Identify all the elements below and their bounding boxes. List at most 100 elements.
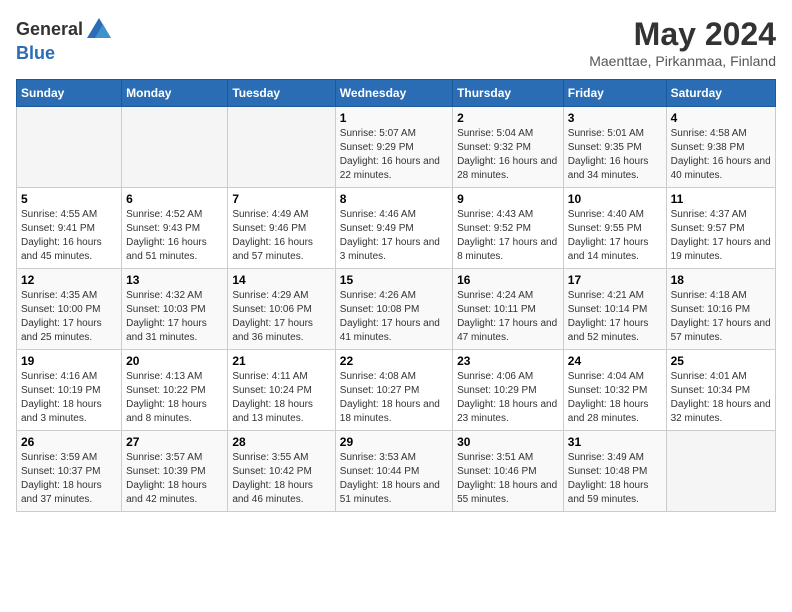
- day-number: 17: [568, 273, 662, 287]
- day-detail: Sunrise: 4:01 AMSunset: 10:34 PMDaylight…: [671, 371, 771, 424]
- day-number: 12: [21, 273, 117, 287]
- calendar-cell: 13 Sunrise: 4:32 AMSunset: 10:03 PMDayli…: [122, 269, 228, 350]
- calendar-cell: [666, 431, 775, 512]
- day-detail: Sunrise: 4:08 AMSunset: 10:27 PMDaylight…: [340, 371, 440, 424]
- day-number: 6: [126, 192, 223, 206]
- logo-icon: [85, 16, 113, 44]
- day-detail: Sunrise: 4:21 AMSunset: 10:14 PMDaylight…: [568, 290, 649, 343]
- title-block: May 2024 Maenttae, Pirkanmaa, Finland: [589, 16, 776, 69]
- day-detail: Sunrise: 5:07 AMSunset: 9:29 PMDaylight:…: [340, 128, 440, 181]
- logo: General Blue: [16, 16, 113, 64]
- calendar-cell: 6 Sunrise: 4:52 AMSunset: 9:43 PMDayligh…: [122, 188, 228, 269]
- day-detail: Sunrise: 4:24 AMSunset: 10:11 PMDaylight…: [457, 290, 557, 343]
- day-detail: Sunrise: 4:32 AMSunset: 10:03 PMDaylight…: [126, 290, 207, 343]
- day-number: 20: [126, 354, 223, 368]
- calendar-cell: 29 Sunrise: 3:53 AMSunset: 10:44 PMDayli…: [335, 431, 452, 512]
- day-detail: Sunrise: 3:55 AMSunset: 10:42 PMDaylight…: [232, 452, 313, 505]
- day-number: 13: [126, 273, 223, 287]
- calendar-cell: 12 Sunrise: 4:35 AMSunset: 10:00 PMDayli…: [17, 269, 122, 350]
- week-row-1: 1 Sunrise: 5:07 AMSunset: 9:29 PMDayligh…: [17, 107, 776, 188]
- header-friday: Friday: [563, 80, 666, 107]
- day-number: 3: [568, 111, 662, 125]
- day-number: 27: [126, 435, 223, 449]
- calendar-table: SundayMondayTuesdayWednesdayThursdayFrid…: [16, 79, 776, 512]
- calendar-cell: 22 Sunrise: 4:08 AMSunset: 10:27 PMDayli…: [335, 350, 452, 431]
- calendar-cell: 30 Sunrise: 3:51 AMSunset: 10:46 PMDayli…: [453, 431, 564, 512]
- main-title: May 2024: [589, 16, 776, 53]
- calendar-cell: 2 Sunrise: 5:04 AMSunset: 9:32 PMDayligh…: [453, 107, 564, 188]
- day-detail: Sunrise: 3:49 AMSunset: 10:48 PMDaylight…: [568, 452, 649, 505]
- day-number: 28: [232, 435, 330, 449]
- calendar-cell: 17 Sunrise: 4:21 AMSunset: 10:14 PMDayli…: [563, 269, 666, 350]
- day-detail: Sunrise: 4:55 AMSunset: 9:41 PMDaylight:…: [21, 209, 102, 262]
- day-detail: Sunrise: 4:18 AMSunset: 10:16 PMDaylight…: [671, 290, 771, 343]
- day-detail: Sunrise: 5:04 AMSunset: 9:32 PMDaylight:…: [457, 128, 557, 181]
- day-number: 4: [671, 111, 771, 125]
- header-wednesday: Wednesday: [335, 80, 452, 107]
- calendar-cell: 8 Sunrise: 4:46 AMSunset: 9:49 PMDayligh…: [335, 188, 452, 269]
- calendar-cell: [228, 107, 335, 188]
- calendar-cell: 31 Sunrise: 3:49 AMSunset: 10:48 PMDayli…: [563, 431, 666, 512]
- day-detail: Sunrise: 4:58 AMSunset: 9:38 PMDaylight:…: [671, 128, 771, 181]
- page-header: General Blue May 2024 Maenttae, Pirkanma…: [16, 16, 776, 69]
- day-detail: Sunrise: 4:43 AMSunset: 9:52 PMDaylight:…: [457, 209, 557, 262]
- day-number: 19: [21, 354, 117, 368]
- day-detail: Sunrise: 4:49 AMSunset: 9:46 PMDaylight:…: [232, 209, 313, 262]
- day-number: 29: [340, 435, 448, 449]
- calendar-cell: 24 Sunrise: 4:04 AMSunset: 10:32 PMDayli…: [563, 350, 666, 431]
- calendar-cell: 28 Sunrise: 3:55 AMSunset: 10:42 PMDayli…: [228, 431, 335, 512]
- day-number: 15: [340, 273, 448, 287]
- day-number: 24: [568, 354, 662, 368]
- day-number: 18: [671, 273, 771, 287]
- calendar-cell: 14 Sunrise: 4:29 AMSunset: 10:06 PMDayli…: [228, 269, 335, 350]
- week-row-3: 12 Sunrise: 4:35 AMSunset: 10:00 PMDayli…: [17, 269, 776, 350]
- calendar-cell: 7 Sunrise: 4:49 AMSunset: 9:46 PMDayligh…: [228, 188, 335, 269]
- calendar-header-row: SundayMondayTuesdayWednesdayThursdayFrid…: [17, 80, 776, 107]
- week-row-2: 5 Sunrise: 4:55 AMSunset: 9:41 PMDayligh…: [17, 188, 776, 269]
- header-saturday: Saturday: [666, 80, 775, 107]
- day-number: 26: [21, 435, 117, 449]
- day-number: 22: [340, 354, 448, 368]
- calendar-cell: [122, 107, 228, 188]
- day-detail: Sunrise: 4:52 AMSunset: 9:43 PMDaylight:…: [126, 209, 207, 262]
- header-tuesday: Tuesday: [228, 80, 335, 107]
- day-number: 16: [457, 273, 559, 287]
- day-number: 5: [21, 192, 117, 206]
- header-thursday: Thursday: [453, 80, 564, 107]
- day-number: 21: [232, 354, 330, 368]
- calendar-cell: 26 Sunrise: 3:59 AMSunset: 10:37 PMDayli…: [17, 431, 122, 512]
- day-number: 2: [457, 111, 559, 125]
- day-number: 14: [232, 273, 330, 287]
- logo-blue: Blue: [16, 43, 55, 63]
- subtitle: Maenttae, Pirkanmaa, Finland: [589, 53, 776, 69]
- calendar-cell: 19 Sunrise: 4:16 AMSunset: 10:19 PMDayli…: [17, 350, 122, 431]
- day-number: 25: [671, 354, 771, 368]
- calendar-cell: 5 Sunrise: 4:55 AMSunset: 9:41 PMDayligh…: [17, 188, 122, 269]
- calendar-cell: 23 Sunrise: 4:06 AMSunset: 10:29 PMDayli…: [453, 350, 564, 431]
- day-detail: Sunrise: 3:53 AMSunset: 10:44 PMDaylight…: [340, 452, 440, 505]
- calendar-cell: 21 Sunrise: 4:11 AMSunset: 10:24 PMDayli…: [228, 350, 335, 431]
- day-detail: Sunrise: 5:01 AMSunset: 9:35 PMDaylight:…: [568, 128, 649, 181]
- day-detail: Sunrise: 4:37 AMSunset: 9:57 PMDaylight:…: [671, 209, 771, 262]
- calendar-cell: 11 Sunrise: 4:37 AMSunset: 9:57 PMDaylig…: [666, 188, 775, 269]
- day-detail: Sunrise: 4:35 AMSunset: 10:00 PMDaylight…: [21, 290, 102, 343]
- calendar-cell: 16 Sunrise: 4:24 AMSunset: 10:11 PMDayli…: [453, 269, 564, 350]
- day-number: 31: [568, 435, 662, 449]
- calendar-cell: 15 Sunrise: 4:26 AMSunset: 10:08 PMDayli…: [335, 269, 452, 350]
- day-number: 9: [457, 192, 559, 206]
- day-detail: Sunrise: 4:46 AMSunset: 9:49 PMDaylight:…: [340, 209, 440, 262]
- day-detail: Sunrise: 4:29 AMSunset: 10:06 PMDaylight…: [232, 290, 313, 343]
- day-number: 30: [457, 435, 559, 449]
- day-detail: Sunrise: 4:16 AMSunset: 10:19 PMDaylight…: [21, 371, 102, 424]
- day-detail: Sunrise: 3:59 AMSunset: 10:37 PMDaylight…: [21, 452, 102, 505]
- calendar-cell: 10 Sunrise: 4:40 AMSunset: 9:55 PMDaylig…: [563, 188, 666, 269]
- day-number: 1: [340, 111, 448, 125]
- day-number: 8: [340, 192, 448, 206]
- day-detail: Sunrise: 3:51 AMSunset: 10:46 PMDaylight…: [457, 452, 557, 505]
- calendar-cell: 4 Sunrise: 4:58 AMSunset: 9:38 PMDayligh…: [666, 107, 775, 188]
- calendar-cell: 9 Sunrise: 4:43 AMSunset: 9:52 PMDayligh…: [453, 188, 564, 269]
- week-row-5: 26 Sunrise: 3:59 AMSunset: 10:37 PMDayli…: [17, 431, 776, 512]
- day-detail: Sunrise: 4:26 AMSunset: 10:08 PMDaylight…: [340, 290, 440, 343]
- calendar-cell: 25 Sunrise: 4:01 AMSunset: 10:34 PMDayli…: [666, 350, 775, 431]
- day-detail: Sunrise: 4:06 AMSunset: 10:29 PMDaylight…: [457, 371, 557, 424]
